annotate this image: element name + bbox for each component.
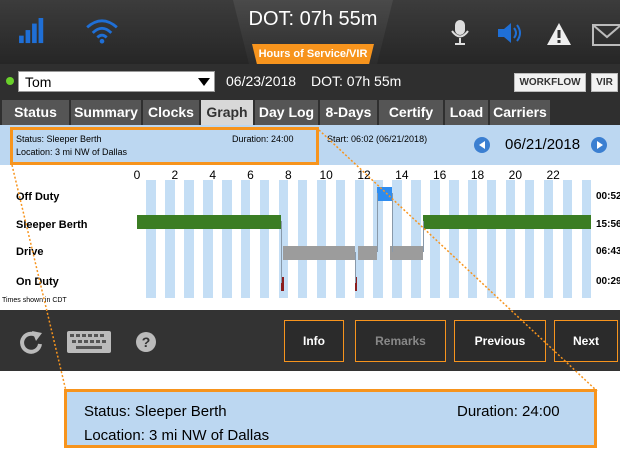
microphone-icon[interactable] [450,20,470,46]
hos-vir-button[interactable]: Hours of Service/VIR [252,44,374,64]
transition-line [392,193,394,252]
next-button[interactable]: Next [554,320,618,362]
grid-stripe [259,180,270,298]
transition-line [354,252,356,283]
previous-day-button[interactable] [474,137,490,153]
tab-status[interactable]: Status [2,100,69,125]
grid-stripe [543,180,554,298]
grid-stripe [203,180,213,298]
wifi-icon [86,19,118,44]
next-day-button[interactable] [591,137,607,153]
vir-button[interactable]: VIR [591,73,618,92]
grid-stripe [430,180,440,298]
drive-segment[interactable] [282,245,355,260]
row-label-off-duty: Off Duty [16,191,60,203]
transition-line [280,221,282,283]
grid-stripe [449,180,459,298]
grid-stripe [146,180,156,298]
current-date: 06/23/2018 [226,73,297,89]
chevron-left-icon [479,141,485,149]
total-on-duty: 00:29 [596,276,620,287]
grid-stripe [524,180,535,298]
tab-bar: Status Summary Clocks Graph Day Log 8-Da… [0,98,620,125]
graph-grid[interactable] [137,180,591,298]
grid-stripe [335,180,346,298]
sleeper-segment[interactable] [422,214,591,229]
chevron-right-icon [597,141,603,149]
tab-graph[interactable]: Graph [201,100,253,125]
top-status-bar: DOT: 07h 55m Hours of Service/VIR [0,0,620,64]
grid-stripe [505,180,516,298]
info-button[interactable]: Info [284,320,344,362]
bottom-toolbar: ? Info Remarks Previous Next [0,310,620,371]
keyboard-icon[interactable] [66,330,112,354]
workflow-button[interactable]: WORKFLOW [514,73,586,92]
grid-stripe [468,180,478,298]
tab-certify[interactable]: Certify [379,100,443,125]
driver-name: Tom [25,74,52,90]
off-duty-segment[interactable] [377,186,393,201]
grid-stripe [184,180,194,298]
refresh-icon[interactable] [18,329,44,355]
row-label-on-duty: On Duty [16,276,59,288]
chevron-down-icon [198,78,210,86]
total-off-duty: 00:52 [596,191,620,202]
tab-summary[interactable]: Summary [71,100,141,125]
previous-button[interactable]: Previous [454,320,546,362]
grid-stripe [316,180,327,298]
tab-carriers[interactable]: Carriers [490,100,550,125]
total-sleeper-berth: 15:56 [596,219,620,230]
sleeper-segment[interactable] [137,214,281,229]
svg-text:?: ? [142,334,151,350]
callout-status: Status: Sleeper Berth [84,403,227,420]
grid-stripe [241,180,251,298]
total-drive: 06:43 [596,246,620,257]
hos-graph: 0 2 4 6 8 10 12 14 16 18 20 22 Off Duty Sleeper Ber… [0,165,620,310]
hos-app: DOT: 07h 55m Hours of Service/VIR Tom 06… [0,0,620,371]
graph-date: 06/21/2018 [505,136,581,153]
grid-stripe [581,180,591,298]
grid-stripe [297,180,308,298]
info-start: Start: 06:02 (06/21/2018) [327,134,428,144]
grid-stripe [486,180,497,298]
warning-icon[interactable] [546,21,572,47]
signal-icon [19,18,44,44]
callout-location: Location: 3 mi NW of Dallas [84,427,270,444]
mail-icon[interactable] [592,22,620,48]
transition-line [377,193,379,252]
status-highlight-box [10,127,319,165]
drive-segment[interactable] [358,245,378,260]
dot-title: DOT: 07h 55m [248,8,378,30]
tab-day-log[interactable]: Day Log [255,100,318,125]
tab-8-days[interactable]: 8-Days [320,100,377,125]
grid-stripe [411,180,421,298]
grid-stripe [165,180,175,298]
grid-stripe [392,180,402,298]
online-status-indicator [6,77,14,85]
driver-row: Tom 06/23/2018 DOT: 07h 55m WORKFLOW VIR [0,64,620,98]
grid-stripe [222,180,232,298]
row-label-drive: Drive [16,246,44,258]
drive-segment[interactable] [390,245,423,260]
speaker-icon[interactable] [496,20,524,46]
driver-dot-clock: DOT: 07h 55m [311,73,402,89]
help-icon[interactable]: ? [135,331,157,353]
timezone-note: Times shown in CDT [2,297,67,304]
tab-clocks[interactable]: Clocks [143,100,199,125]
grid-stripe [562,180,573,298]
driver-select[interactable]: Tom [18,71,215,92]
row-label-sleeper-berth: Sleeper Berth [16,219,88,231]
callout-duration: Duration: 24:00 [457,403,560,420]
remarks-button[interactable]: Remarks [355,320,446,362]
zoom-callout: Status: Sleeper Berth Location: 3 mi NW … [64,389,597,448]
tab-load[interactable]: Load [445,100,488,125]
transition-line [422,221,424,252]
